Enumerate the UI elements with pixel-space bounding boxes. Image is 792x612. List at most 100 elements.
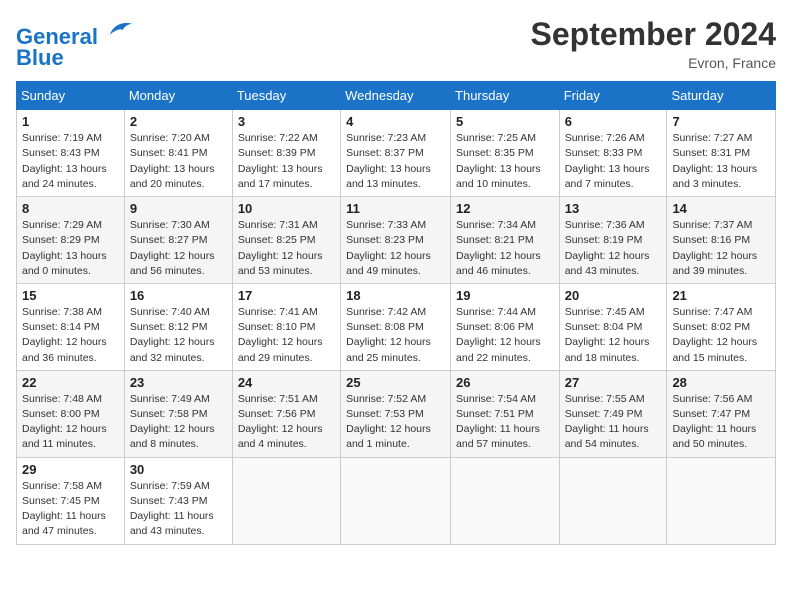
day-info: Sunrise: 7:38 AM Sunset: 8:14 PM Dayligh… [22,305,119,366]
day-info: Sunrise: 7:31 AM Sunset: 8:25 PM Dayligh… [238,218,335,279]
day-number: 19 [456,288,554,303]
day-cell: 13 Sunrise: 7:36 AM Sunset: 8:19 PM Dayli… [559,197,667,284]
day-info: Sunrise: 7:41 AM Sunset: 8:10 PM Dayligh… [238,305,335,366]
day-cell: 19 Sunrise: 7:44 AM Sunset: 8:06 PM Dayli… [451,283,560,370]
day-info: Sunrise: 7:22 AM Sunset: 8:39 PM Dayligh… [238,131,335,192]
day-number: 7 [672,114,770,129]
day-cell [667,457,776,544]
day-info: Sunrise: 7:42 AM Sunset: 8:08 PM Dayligh… [346,305,445,366]
day-number: 26 [456,375,554,390]
day-number: 13 [565,201,662,216]
day-number: 23 [130,375,227,390]
day-info: Sunrise: 7:52 AM Sunset: 7:53 PM Dayligh… [346,392,445,453]
day-number: 11 [346,201,445,216]
day-info: Sunrise: 7:55 AM Sunset: 7:49 PM Dayligh… [565,392,662,453]
day-cell: 12 Sunrise: 7:34 AM Sunset: 8:21 PM Dayli… [451,197,560,284]
header: General Blue September 2024 Evron, Franc… [16,16,776,71]
day-number: 5 [456,114,554,129]
day-number: 4 [346,114,445,129]
day-cell [559,457,667,544]
day-cell: 26Sunrise: 7:54 AM Sunset: 7:51 PM Dayli… [451,370,560,457]
day-header-tuesday: Tuesday [232,82,340,110]
day-cell: 7 Sunrise: 7:27 AM Sunset: 8:31 PM Daylig… [667,110,776,197]
day-cell: 11 Sunrise: 7:33 AM Sunset: 8:23 PM Dayli… [341,197,451,284]
day-cell: 4 Sunrise: 7:23 AM Sunset: 8:37 PM Daylig… [341,110,451,197]
day-info: Sunrise: 7:19 AM Sunset: 8:43 PM Dayligh… [22,131,119,192]
day-info: Sunrise: 7:34 AM Sunset: 8:21 PM Dayligh… [456,218,554,279]
day-number: 29 [22,462,119,477]
day-cell: 8 Sunrise: 7:29 AM Sunset: 8:29 PM Daylig… [17,197,125,284]
day-cell [451,457,560,544]
day-number: 16 [130,288,227,303]
title-area: September 2024 Evron, France [531,16,776,71]
day-header-sunday: Sunday [17,82,125,110]
day-info: Sunrise: 7:25 AM Sunset: 8:35 PM Dayligh… [456,131,554,192]
day-number: 8 [22,201,119,216]
calendar-table: SundayMondayTuesdayWednesdayThursdayFrid… [16,81,776,544]
day-info: Sunrise: 7:47 AM Sunset: 8:02 PM Dayligh… [672,305,770,366]
day-cell: 29 Sunrise: 7:58 AM Sunset: 7:45 PM Dayli… [17,457,125,544]
day-cell: 20 Sunrise: 7:45 AM Sunset: 8:04 PM Dayli… [559,283,667,370]
day-header-friday: Friday [559,82,667,110]
day-cell: 6 Sunrise: 7:26 AM Sunset: 8:33 PM Daylig… [559,110,667,197]
day-headers-row: SundayMondayTuesdayWednesdayThursdayFrid… [17,82,776,110]
day-info: Sunrise: 7:30 AM Sunset: 8:27 PM Dayligh… [130,218,227,279]
day-number: 27 [565,375,662,390]
week-row-3: 15 Sunrise: 7:38 AM Sunset: 8:14 PM Dayli… [17,283,776,370]
day-number: 15 [22,288,119,303]
day-cell: 15 Sunrise: 7:38 AM Sunset: 8:14 PM Dayli… [17,283,125,370]
day-info: Sunrise: 7:51 AM Sunset: 7:56 PM Dayligh… [238,392,335,453]
day-number: 28 [672,375,770,390]
day-info: Sunrise: 7:56 AM Sunset: 7:47 PM Dayligh… [672,392,770,453]
day-info: Sunrise: 7:49 AM Sunset: 7:58 PM Dayligh… [130,392,227,453]
day-number: 10 [238,201,335,216]
day-cell: 27 Sunrise: 7:55 AM Sunset: 7:49 PM Dayli… [559,370,667,457]
day-number: 22 [22,375,119,390]
day-header-saturday: Saturday [667,82,776,110]
day-number: 30 [130,462,227,477]
week-row-1: 1 Sunrise: 7:19 AM Sunset: 8:43 PM Daylig… [17,110,776,197]
day-info: Sunrise: 7:20 AM Sunset: 8:41 PM Dayligh… [130,131,227,192]
day-cell [232,457,340,544]
day-cell: 10 Sunrise: 7:31 AM Sunset: 8:25 PM Dayli… [232,197,340,284]
day-number: 18 [346,288,445,303]
day-info: Sunrise: 7:44 AM Sunset: 8:06 PM Dayligh… [456,305,554,366]
location: Evron, France [531,55,776,71]
day-info: Sunrise: 7:23 AM Sunset: 8:37 PM Dayligh… [346,131,445,192]
day-number: 17 [238,288,335,303]
day-number: 1 [22,114,119,129]
day-cell: 18 Sunrise: 7:42 AM Sunset: 8:08 PM Dayli… [341,283,451,370]
week-row-2: 8 Sunrise: 7:29 AM Sunset: 8:29 PM Daylig… [17,197,776,284]
day-cell: 9Sunrise: 7:30 AM Sunset: 8:27 PM Daylig… [124,197,232,284]
day-number: 20 [565,288,662,303]
day-info: Sunrise: 7:40 AM Sunset: 8:12 PM Dayligh… [130,305,227,366]
day-cell: 5 Sunrise: 7:25 AM Sunset: 8:35 PM Daylig… [451,110,560,197]
day-number: 3 [238,114,335,129]
day-cell: 21Sunrise: 7:47 AM Sunset: 8:02 PM Dayli… [667,283,776,370]
day-number: 24 [238,375,335,390]
day-cell: 23 Sunrise: 7:49 AM Sunset: 7:58 PM Dayli… [124,370,232,457]
day-info: Sunrise: 7:36 AM Sunset: 8:19 PM Dayligh… [565,218,662,279]
day-header-monday: Monday [124,82,232,110]
day-info: Sunrise: 7:37 AM Sunset: 8:16 PM Dayligh… [672,218,770,279]
day-number: 12 [456,201,554,216]
day-number: 14 [672,201,770,216]
day-header-thursday: Thursday [451,82,560,110]
day-cell: 2Sunrise: 7:20 AM Sunset: 8:41 PM Daylig… [124,110,232,197]
day-info: Sunrise: 7:26 AM Sunset: 8:33 PM Dayligh… [565,131,662,192]
day-number: 6 [565,114,662,129]
day-cell: 16 Sunrise: 7:40 AM Sunset: 8:12 PM Dayli… [124,283,232,370]
week-row-5: 29 Sunrise: 7:58 AM Sunset: 7:45 PM Dayli… [17,457,776,544]
day-header-wednesday: Wednesday [341,82,451,110]
day-info: Sunrise: 7:45 AM Sunset: 8:04 PM Dayligh… [565,305,662,366]
day-info: Sunrise: 7:29 AM Sunset: 8:29 PM Dayligh… [22,218,119,279]
day-cell: 30 Sunrise: 7:59 AM Sunset: 7:43 PM Dayli… [124,457,232,544]
week-row-4: 22 Sunrise: 7:48 AM Sunset: 8:00 PM Dayli… [17,370,776,457]
day-info: Sunrise: 7:59 AM Sunset: 7:43 PM Dayligh… [130,479,227,540]
day-cell: 28 Sunrise: 7:56 AM Sunset: 7:47 PM Dayli… [667,370,776,457]
day-info: Sunrise: 7:48 AM Sunset: 8:00 PM Dayligh… [22,392,119,453]
month-title: September 2024 [531,16,776,53]
day-info: Sunrise: 7:33 AM Sunset: 8:23 PM Dayligh… [346,218,445,279]
day-info: Sunrise: 7:58 AM Sunset: 7:45 PM Dayligh… [22,479,119,540]
day-info: Sunrise: 7:27 AM Sunset: 8:31 PM Dayligh… [672,131,770,192]
